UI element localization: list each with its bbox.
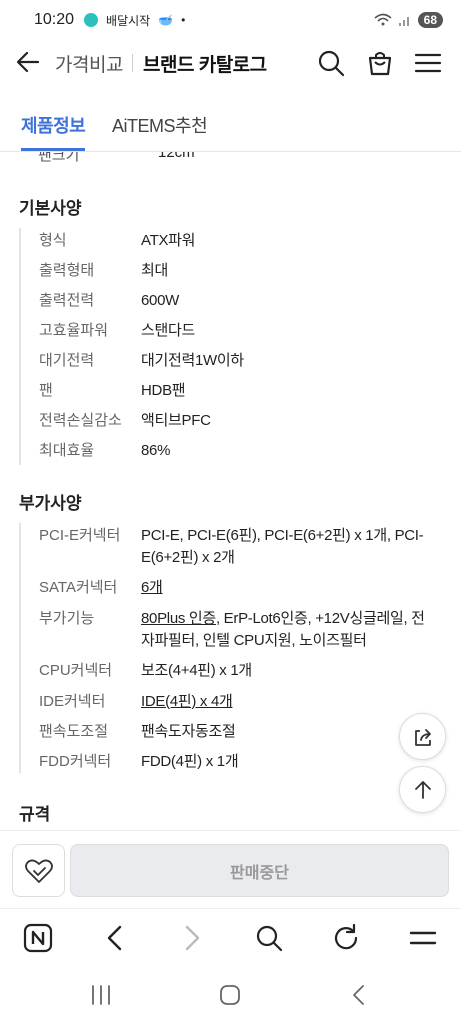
spec-value: 액티브PFC <box>141 412 211 429</box>
spec-key: 출력형태 <box>39 262 95 279</box>
spec-key: 팬속도조절 <box>39 723 109 740</box>
section-title-basic: 기본사양 <box>19 199 82 218</box>
browser-forward-icon <box>185 925 200 951</box>
browser-search-icon[interactable] <box>254 923 284 953</box>
spec-value-link[interactable]: 6개 <box>141 577 431 599</box>
scroll-top-button[interactable] <box>399 766 446 813</box>
browser-back-icon[interactable] <box>100 923 130 953</box>
spec-row: 출력형태 최대 <box>21 260 431 282</box>
spec-row: 팬속도조절 팬속도자동조절 <box>21 721 431 743</box>
spec-value: 팬속도자동조절 <box>141 723 236 740</box>
spec-group-basic: 형식 ATX파워 출력형태 최대 출력전력 600W 고효율파워 스탠다드 대기전력 대기… <box>19 228 449 465</box>
spec-row: 부가기능 80Plus 인증, ErP-Lot6인증, +12V싱글레일, 전자파… <box>21 608 431 652</box>
spec-value: FDD(4핀) x 1개 <box>141 753 239 770</box>
browser-toolbar <box>0 908 461 966</box>
shopping-bag-icon[interactable] <box>365 48 395 78</box>
bowl-icon: 🥣 <box>158 13 174 27</box>
section-title-extra: 부가사양 <box>19 494 82 513</box>
spec-row: 출력전력 600W <box>21 290 431 312</box>
heart-check-icon <box>24 859 53 883</box>
spec-row: SATA커넥터 6개 <box>21 577 431 599</box>
spec-row: 팬 HDB팬 <box>21 380 431 402</box>
status-right: 68 <box>374 12 443 28</box>
naver-home-icon[interactable] <box>23 923 53 953</box>
wishlist-button[interactable] <box>12 844 65 897</box>
spec-key: 최대효율 <box>39 442 95 459</box>
recent-apps-icon[interactable] <box>88 982 114 1008</box>
spec-row: 최대효율 86% <box>21 440 431 462</box>
app-header: 가격비교 브랜드 카탈로그 <box>0 40 461 86</box>
home-icon[interactable] <box>217 982 243 1008</box>
wifi-icon <box>374 13 392 26</box>
notification-app-name: 배달시작 <box>106 13 151 28</box>
system-back-icon[interactable] <box>346 982 372 1008</box>
spec-key: 전력손실감소 <box>39 412 122 429</box>
spec-row: FDD커넥터 FDD(4핀) x 1개 <box>21 751 431 773</box>
spec-row: CPU커넥터 보조(4+4핀) x 1개 <box>21 660 431 682</box>
back-arrow-icon[interactable] <box>14 48 42 76</box>
status-time: 10:20 <box>34 11 75 28</box>
status-bar: 10:20 배달시작 🥣 • 68 <box>0 0 461 40</box>
spec-row: 대기전력 대기전력1W이하 <box>21 350 431 372</box>
spec-key: 팬 <box>39 382 53 399</box>
spec-value-link[interactable]: IDE(4핀) x 4개 <box>141 691 431 713</box>
share-icon <box>414 728 431 746</box>
baemin-app-icon <box>84 13 99 27</box>
spec-key: FDD커넥터 <box>39 753 112 770</box>
spec-row-fan-size: 팬크기 12cm <box>38 152 195 165</box>
spec-value: 보조(4+4핀) x 1개 <box>141 662 252 679</box>
spec-row: 고효율파워 스탠다드 <box>21 320 431 342</box>
breadcrumb-price-compare[interactable]: 가격비교 <box>55 50 123 77</box>
spec-key: 부가기능 <box>39 610 95 627</box>
notification-area: 배달시작 🥣 • <box>84 12 185 29</box>
tab-bar: 제품정보 AiTEMS추천 <box>0 100 461 152</box>
spec-value: 86% <box>141 442 171 459</box>
spec-group-extra: PCI-E커넥터 PCI-E, PCI-E(6핀), PCI-E(6+2핀) x … <box>19 523 449 773</box>
spec-value: 최대 <box>141 262 169 279</box>
section-title-spec: 규격 <box>19 805 51 824</box>
spec-value: PCI-E, PCI-E(6핀), PCI-E(6+2핀) x 1개, PCI-… <box>141 527 424 566</box>
spec-key: SATA커넥터 <box>39 579 118 596</box>
more-notifications-icon: • <box>181 13 186 27</box>
search-icon[interactable] <box>316 48 346 78</box>
spec-row: 형식 ATX파워 <box>21 230 431 252</box>
spec-value: 대기전력1W이하 <box>141 352 244 369</box>
spec-key: 출력전력 <box>39 292 95 309</box>
spec-key: 팬크기 <box>38 152 80 164</box>
tab-aitems-recommend[interactable]: AiTEMS추천 <box>112 112 208 138</box>
spec-key: IDE커넥터 <box>39 693 106 710</box>
spec-value: 80Plus 인증, ErP-Lot6인증, +12V싱글레일, 전자파필터, … <box>141 610 425 649</box>
spec-content[interactable]: 팬크기 12cm 기본사양 형식 ATX파워 출력형태 최대 출력전력 600W 고효… <box>0 152 461 830</box>
spec-row: PCI-E커넥터 PCI-E, PCI-E(6핀), PCI-E(6+2핀) x … <box>21 525 431 569</box>
menu-icon[interactable] <box>413 48 443 78</box>
spec-value: HDB팬 <box>141 382 186 399</box>
system-nav-bar <box>0 966 461 1024</box>
spec-key: 형식 <box>39 232 67 249</box>
spec-value: ATX파워 <box>141 232 196 249</box>
spec-value: 12cm <box>158 152 195 161</box>
spec-value-link[interactable]: 80Plus 인증 <box>141 610 216 627</box>
spec-value: 스탠다드 <box>141 322 196 339</box>
spec-key: PCI-E커넥터 <box>39 527 121 544</box>
spec-value: 600W <box>141 292 179 309</box>
spec-row: 전력손실감소 액티브PFC <box>21 410 431 432</box>
spec-key: CPU커넥터 <box>39 662 113 679</box>
signal-icon <box>398 17 409 26</box>
header-divider <box>132 54 133 72</box>
page-title: 브랜드 카탈로그 <box>143 55 267 76</box>
share-button[interactable] <box>399 713 446 760</box>
sale-stopped-button[interactable]: 판매중단 <box>70 844 449 897</box>
spec-row: IDE커넥터 IDE(4핀) x 4개 <box>21 691 431 713</box>
purchase-bar: 판매중단 <box>0 830 461 908</box>
spec-key: 대기전력 <box>39 352 95 369</box>
tab-product-info[interactable]: 제품정보 <box>21 112 86 151</box>
refresh-icon[interactable] <box>331 923 361 953</box>
arrow-up-icon <box>414 780 431 799</box>
spec-key: 고효율파워 <box>39 322 109 339</box>
browser-menu-icon[interactable] <box>408 923 438 953</box>
battery-indicator: 68 <box>417 12 443 28</box>
